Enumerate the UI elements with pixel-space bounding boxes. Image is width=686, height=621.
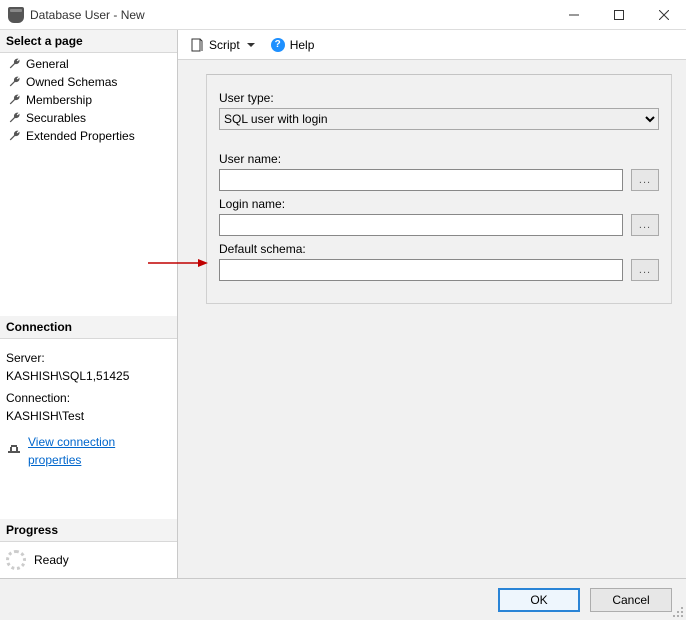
help-icon: ?: [271, 38, 285, 52]
sidebar-item-label: Extended Properties: [26, 129, 135, 143]
dialog-footer: OK Cancel: [0, 578, 686, 620]
user-name-browse-button[interactable]: ...: [631, 169, 659, 191]
progress-row: Ready: [0, 542, 177, 578]
close-button[interactable]: [641, 0, 686, 30]
spinner-icon: [6, 550, 26, 570]
default-schema-label: Default schema:: [219, 242, 659, 256]
cancel-button[interactable]: Cancel: [590, 588, 672, 612]
sidebar-item-membership[interactable]: Membership: [0, 91, 177, 109]
default-schema-input[interactable]: [219, 259, 623, 281]
sidebar-item-label: Securables: [26, 111, 86, 125]
wrench-icon: [8, 93, 22, 107]
connection-header: Connection: [0, 316, 177, 339]
sidebar-item-label: General: [26, 57, 69, 71]
content-toolbar: Script ? Help: [178, 30, 686, 60]
connection-icon: [6, 441, 22, 462]
window-title: Database User - New: [30, 8, 145, 22]
user-type-select[interactable]: SQL user with login: [219, 108, 659, 130]
sidebar-item-general[interactable]: General: [0, 55, 177, 73]
sidebar-item-owned-schemas[interactable]: Owned Schemas: [0, 73, 177, 91]
server-value: KASHISH\SQL1,51425: [6, 367, 171, 385]
sidebar-item-label: Owned Schemas: [26, 75, 117, 89]
progress-header: Progress: [0, 519, 177, 542]
sidebar-item-label: Membership: [26, 93, 92, 107]
user-name-label: User name:: [219, 152, 659, 166]
minimize-button[interactable]: [551, 0, 596, 30]
chevron-down-icon: [247, 43, 255, 47]
progress-status: Ready: [34, 553, 69, 567]
login-name-browse-button[interactable]: ...: [631, 214, 659, 236]
wrench-icon: [8, 111, 22, 125]
connection-label: Connection:: [6, 389, 171, 407]
default-schema-browse-button[interactable]: ...: [631, 259, 659, 281]
script-icon: [190, 38, 204, 52]
view-connection-link[interactable]: View connection properties: [28, 433, 171, 469]
wrench-icon: [8, 75, 22, 89]
login-name-label: Login name:: [219, 197, 659, 211]
maximize-button[interactable]: [596, 0, 641, 30]
script-label: Script: [209, 38, 240, 52]
sidebar-item-securables[interactable]: Securables: [0, 109, 177, 127]
server-label: Server:: [6, 349, 171, 367]
connection-block: Server: KASHISH\SQL1,51425 Connection: K…: [0, 339, 177, 479]
titlebar: Database User - New: [0, 0, 686, 30]
ok-button[interactable]: OK: [498, 588, 580, 612]
help-button[interactable]: ? Help: [267, 36, 319, 54]
help-label: Help: [290, 38, 315, 52]
pages-list: General Owned Schemas Membership Securab…: [0, 53, 177, 151]
resize-grip[interactable]: [672, 606, 684, 618]
login-name-input[interactable]: [219, 214, 623, 236]
app-icon: [8, 7, 24, 23]
pages-header: Select a page: [0, 30, 177, 53]
user-name-input[interactable]: [219, 169, 623, 191]
form-area: User type: SQL user with login User name…: [206, 74, 672, 304]
user-type-label: User type:: [219, 91, 659, 105]
sidebar: Select a page General Owned Schemas Memb…: [0, 30, 178, 578]
wrench-icon: [8, 129, 22, 143]
connection-value: KASHISH\Test: [6, 407, 171, 425]
script-button[interactable]: Script: [186, 36, 259, 54]
content-area: Script ? Help User type: SQL user with l…: [178, 30, 686, 578]
wrench-icon: [8, 57, 22, 71]
sidebar-item-extended-properties[interactable]: Extended Properties: [0, 127, 177, 145]
